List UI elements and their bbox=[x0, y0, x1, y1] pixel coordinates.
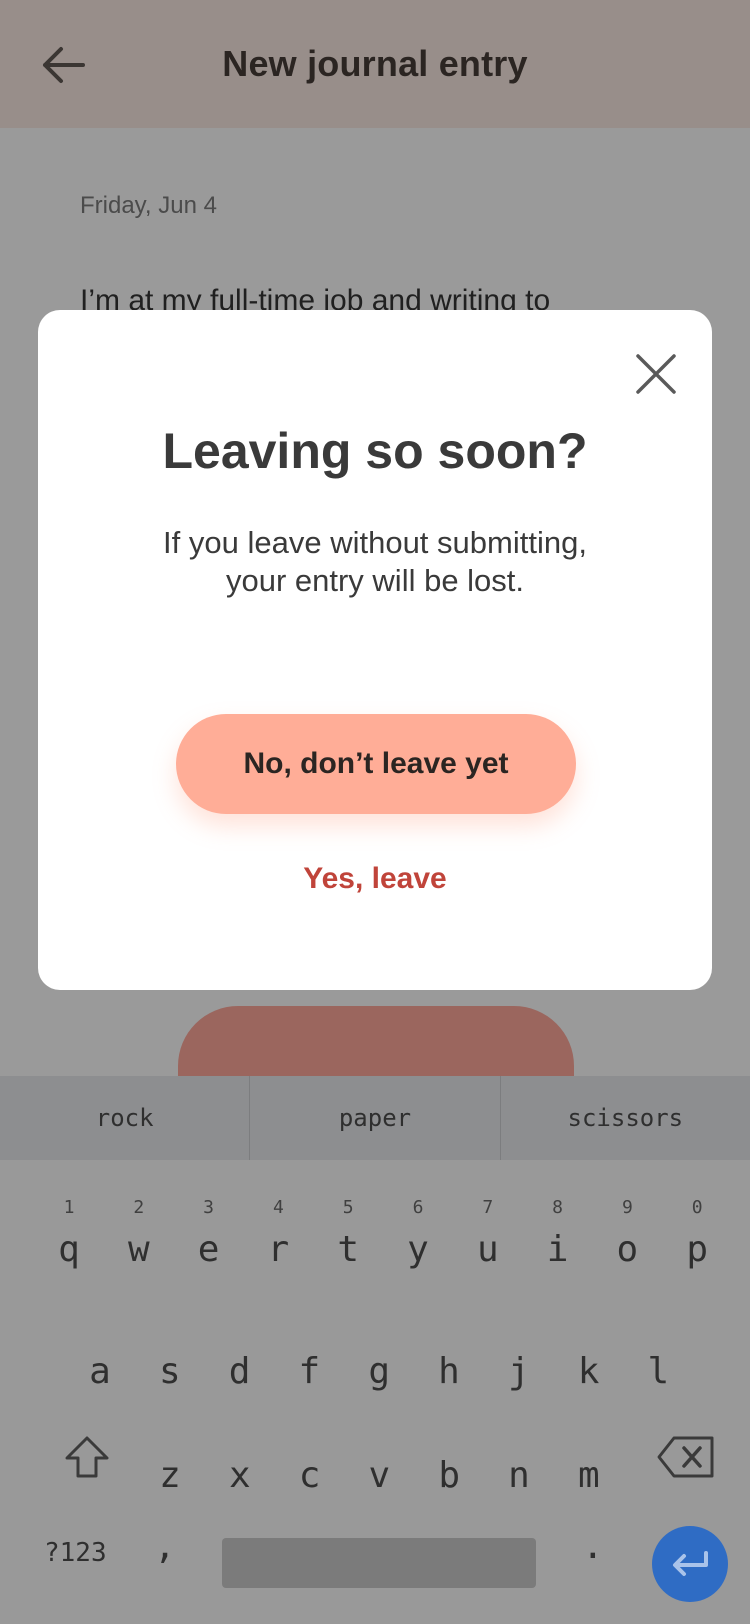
key-number-hint: 1 bbox=[63, 1197, 75, 1218]
key-letter: s bbox=[158, 1351, 181, 1392]
key-letter: f bbox=[298, 1351, 321, 1392]
keyboard-key[interactable]: 2w bbox=[104, 1198, 174, 1270]
key-letter: i bbox=[546, 1229, 569, 1270]
key-letter: n bbox=[508, 1455, 530, 1496]
page-title: New journal entry bbox=[222, 43, 528, 84]
keyboard-key[interactable]: d bbox=[205, 1352, 275, 1392]
keyboard-key[interactable]: h bbox=[414, 1352, 484, 1392]
key-letter: z bbox=[159, 1455, 181, 1496]
key-letter: v bbox=[368, 1455, 391, 1496]
dialog-message-line: your entry will be lost. bbox=[225, 563, 525, 598]
keyboard-key[interactable]: 6y bbox=[383, 1198, 453, 1270]
key-letter: d bbox=[228, 1351, 251, 1392]
keyboard-suggestion-bar: rock paper scissors bbox=[0, 1076, 750, 1160]
keyboard-key[interactable]: v bbox=[344, 1456, 414, 1496]
key-letter: b bbox=[438, 1455, 461, 1496]
keyboard-key[interactable]: k bbox=[554, 1352, 624, 1392]
keyboard-key[interactable]: l bbox=[623, 1352, 693, 1392]
key-letter: h bbox=[438, 1351, 460, 1392]
key-letter: r bbox=[267, 1229, 290, 1270]
keyboard-key[interactable]: 5t bbox=[313, 1198, 383, 1270]
leave-button[interactable]: Yes, leave bbox=[38, 862, 712, 896]
dialog-message-line: If you leave without submitting, bbox=[163, 525, 587, 560]
on-screen-keyboard: 1q2w3e4r5t6y7u8i9o0p asdfghjkl zxcvbnm ?… bbox=[0, 1160, 750, 1624]
space-key[interactable] bbox=[222, 1538, 536, 1588]
key-number-hint: 3 bbox=[203, 1197, 215, 1218]
keyboard-key[interactable]: f bbox=[274, 1352, 344, 1392]
keyboard-key[interactable]: g bbox=[344, 1352, 414, 1392]
key-number-hint: 9 bbox=[621, 1197, 633, 1218]
keyboard-key[interactable]: 8i bbox=[523, 1198, 593, 1270]
symbols-key[interactable]: ?123 bbox=[44, 1538, 124, 1568]
close-icon bbox=[636, 354, 676, 394]
stay-button[interactable]: No, don’t leave yet bbox=[176, 714, 576, 814]
key-letter: e bbox=[197, 1229, 220, 1270]
suggestion-item[interactable]: paper bbox=[250, 1076, 501, 1160]
keyboard-key[interactable]: 1q bbox=[34, 1198, 104, 1270]
keyboard-key[interactable]: 4r bbox=[243, 1198, 313, 1270]
key-letter: j bbox=[507, 1351, 530, 1392]
app-header: New journal entry bbox=[0, 0, 750, 128]
suggestion-item[interactable]: scissors bbox=[501, 1076, 750, 1160]
keyboard-key[interactable]: n bbox=[484, 1456, 554, 1496]
keyboard-key[interactable]: 3e bbox=[174, 1198, 244, 1270]
key-letter: q bbox=[58, 1229, 80, 1270]
enter-key[interactable] bbox=[652, 1526, 728, 1602]
key-letter: y bbox=[407, 1229, 429, 1270]
shift-key[interactable] bbox=[62, 1432, 112, 1482]
comma-key[interactable]: , bbox=[154, 1526, 184, 1567]
arrow-left-icon bbox=[43, 47, 85, 83]
key-letter: m bbox=[577, 1455, 600, 1496]
key-letter: t bbox=[337, 1229, 360, 1270]
key-letter: a bbox=[89, 1351, 111, 1392]
close-button[interactable] bbox=[628, 346, 684, 402]
keyboard-key[interactable]: 0p bbox=[662, 1198, 732, 1270]
keyboard-key[interactable]: a bbox=[65, 1352, 135, 1392]
key-letter: o bbox=[616, 1229, 639, 1270]
key-letter: g bbox=[368, 1351, 391, 1392]
key-letter: l bbox=[647, 1351, 670, 1392]
keyboard-key[interactable]: 9o bbox=[592, 1198, 662, 1270]
key-letter: w bbox=[127, 1229, 150, 1270]
backspace-key[interactable] bbox=[656, 1434, 716, 1480]
keyboard-key[interactable]: j bbox=[484, 1352, 554, 1392]
key-number-hint: 2 bbox=[133, 1197, 145, 1218]
backspace-icon bbox=[657, 1436, 714, 1478]
keyboard-key[interactable]: x bbox=[205, 1456, 275, 1496]
back-button[interactable] bbox=[36, 40, 90, 90]
key-number-hint: 4 bbox=[272, 1197, 284, 1218]
key-letter: c bbox=[298, 1455, 321, 1496]
keyboard-key[interactable]: c bbox=[275, 1456, 345, 1496]
keyboard-key[interactable]: z bbox=[135, 1456, 205, 1496]
suggestion-item[interactable]: rock bbox=[0, 1076, 251, 1160]
keyboard-key[interactable]: b bbox=[414, 1456, 484, 1496]
period-key[interactable]: . bbox=[582, 1526, 604, 1567]
dialog-title: Leaving so soon? bbox=[162, 423, 588, 479]
key-letter: k bbox=[577, 1351, 600, 1392]
enter-icon bbox=[673, 1551, 708, 1576]
dialog-message: If you leave without submitting, your en… bbox=[108, 524, 642, 600]
entry-date: Friday, Jun 4 bbox=[80, 192, 217, 219]
leave-confirmation-dialog: Leaving so soon? If you leave without su… bbox=[38, 310, 712, 990]
key-number-hint: 6 bbox=[412, 1197, 424, 1218]
keyboard-key[interactable]: m bbox=[554, 1456, 624, 1496]
key-number-hint: 7 bbox=[482, 1197, 494, 1218]
keyboard-key[interactable]: 7u bbox=[453, 1198, 523, 1270]
key-number-hint: 0 bbox=[691, 1197, 703, 1218]
key-letter: x bbox=[228, 1455, 251, 1496]
key-number-hint: 5 bbox=[342, 1197, 354, 1218]
key-letter: u bbox=[476, 1229, 499, 1270]
key-number-hint: 8 bbox=[552, 1197, 564, 1218]
key-letter: p bbox=[686, 1229, 709, 1270]
keyboard-key[interactable]: s bbox=[135, 1352, 205, 1392]
shift-icon bbox=[65, 1436, 109, 1478]
